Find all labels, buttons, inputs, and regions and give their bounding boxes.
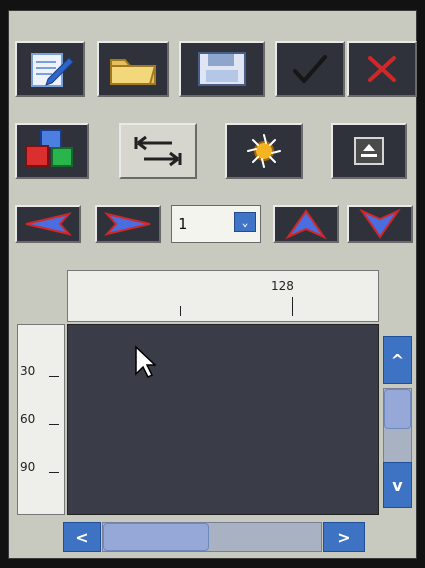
3d-cubes-button[interactable] xyxy=(15,123,89,179)
eject-button[interactable] xyxy=(331,123,407,179)
chevron-down-icon[interactable]: ⌄ xyxy=(234,212,256,232)
ruler-label-128: 128 xyxy=(271,279,294,293)
next-button[interactable] xyxy=(95,205,161,243)
open-folder-button[interactable] xyxy=(97,41,169,97)
page-number: 1 xyxy=(178,215,188,233)
ruler-tick-short xyxy=(180,306,181,316)
vertical-ruler: 30 60 90 xyxy=(17,324,65,515)
edit-icon xyxy=(31,53,74,87)
save-button[interactable] xyxy=(179,41,265,97)
chevron-down-icon: v xyxy=(392,475,403,495)
vertical-scroll-thumb[interactable] xyxy=(384,389,411,429)
ruler-label-30: 30 xyxy=(20,364,36,378)
ruler-label-90: 90 xyxy=(20,460,36,474)
horizontal-ruler: 128 xyxy=(67,270,379,322)
edit-button[interactable] xyxy=(15,41,85,97)
burst-button[interactable] xyxy=(225,123,303,179)
device-screen: 1 ⌄ 128 30 60 90 ^ v < > xyxy=(8,10,417,559)
up-button[interactable] xyxy=(273,205,339,243)
cubes-icon xyxy=(25,129,73,167)
save-icon xyxy=(198,52,246,86)
up-arrow-icon xyxy=(285,209,327,240)
scroll-left-button[interactable]: < xyxy=(63,522,101,552)
cursor-arrow-icon xyxy=(135,345,156,379)
down-button[interactable] xyxy=(347,205,413,243)
page-spinner[interactable]: 1 ⌄ xyxy=(171,205,261,243)
chevron-left-icon: < xyxy=(75,527,89,547)
check-icon xyxy=(293,55,327,83)
previous-button[interactable] xyxy=(15,205,81,243)
ruler-tick-128 xyxy=(292,297,293,316)
transfer-button[interactable] xyxy=(119,123,197,179)
swap-arrows-icon xyxy=(134,135,182,167)
main-canvas[interactable] xyxy=(67,324,379,515)
ruler-label-60: 60 xyxy=(20,412,36,426)
chevron-right-icon: > xyxy=(337,527,351,547)
scroll-down-button[interactable]: v xyxy=(383,462,412,508)
left-arrow-icon xyxy=(25,212,72,236)
ruler-tick-60 xyxy=(49,424,59,425)
cancel-button[interactable] xyxy=(347,41,417,97)
down-arrow-icon xyxy=(359,208,401,239)
chevron-up-icon: ^ xyxy=(390,350,405,370)
burst-icon xyxy=(247,134,281,168)
ruler-tick-90 xyxy=(49,472,59,473)
eject-icon xyxy=(354,137,384,165)
close-icon xyxy=(368,56,396,82)
scroll-right-button[interactable]: > xyxy=(323,522,365,552)
scroll-up-button[interactable]: ^ xyxy=(383,336,412,384)
right-arrow-icon xyxy=(104,212,151,236)
ruler-tick-30 xyxy=(49,376,59,377)
horizontal-scroll-thumb[interactable] xyxy=(103,523,209,551)
folder-icon xyxy=(110,59,157,85)
confirm-button[interactable] xyxy=(275,41,345,97)
